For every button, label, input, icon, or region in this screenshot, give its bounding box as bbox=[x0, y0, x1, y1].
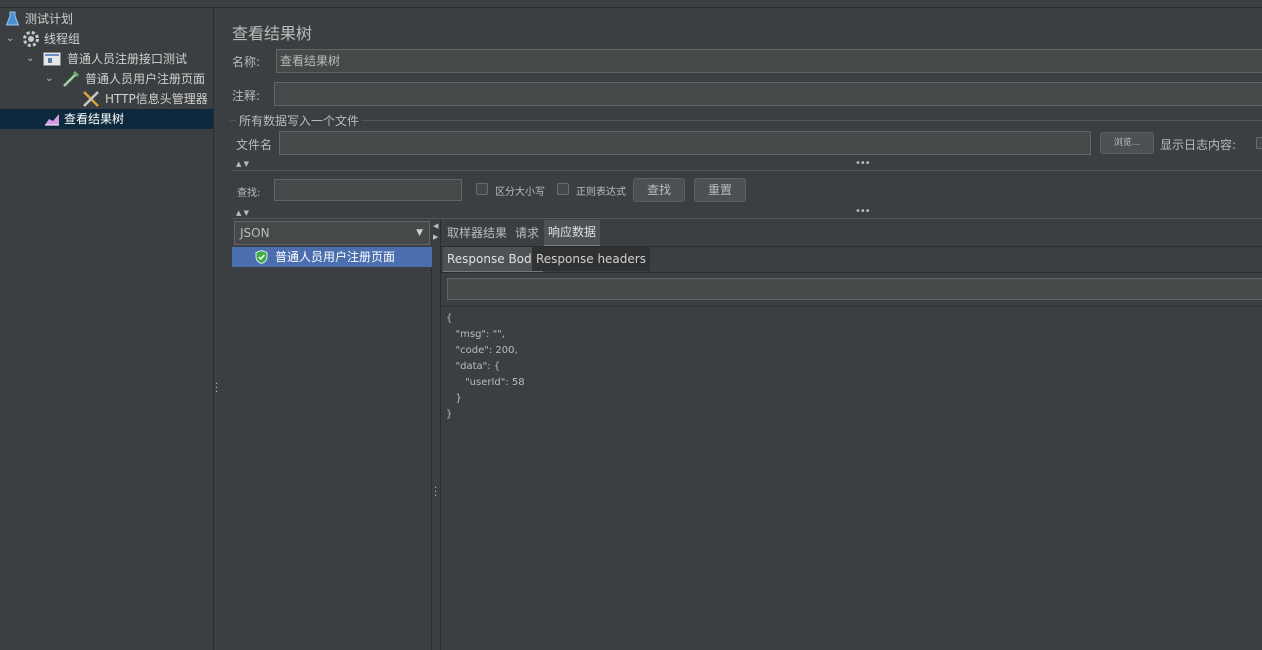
divider bbox=[441, 306, 1262, 307]
tab-sampler-result[interactable]: 取样器结果 bbox=[447, 221, 507, 245]
search-label: 查找: bbox=[237, 188, 261, 199]
pipette-icon bbox=[63, 70, 80, 87]
splitter-dots[interactable]: ••• bbox=[855, 158, 871, 169]
tree-item-http-sampler[interactable]: ⌄ 普通人员用户注册页面 bbox=[0, 69, 213, 89]
chart-icon bbox=[45, 114, 59, 126]
list-item-label: 普通人员用户注册页面 bbox=[275, 250, 396, 264]
divider bbox=[232, 218, 1262, 219]
tools-icon bbox=[83, 91, 99, 107]
show-log-checkbox[interactable] bbox=[1256, 137, 1262, 149]
find-button[interactable]: 查找 bbox=[633, 178, 685, 202]
name-label: 名称: bbox=[232, 55, 261, 69]
tree-item-transaction-controller[interactable]: ⌄ 普通人员注册接口测试 bbox=[0, 49, 213, 69]
response-body-text[interactable]: { "msg": "", "code": 200, "data": { "use… bbox=[446, 311, 525, 423]
collapse-arrows[interactable]: ▲ ▼ bbox=[236, 160, 249, 168]
tree-item-test-plan[interactable]: 测试计划 bbox=[0, 9, 213, 29]
tree-item-label: HTTP信息头管理器 bbox=[105, 92, 208, 106]
controller-icon bbox=[43, 52, 61, 66]
renderer-select[interactable]: JSON ▼ bbox=[234, 221, 430, 245]
drag-handle-icon: · · · bbox=[434, 483, 438, 502]
results-list bbox=[232, 247, 432, 650]
browse-button[interactable]: 浏览... bbox=[1100, 132, 1154, 154]
page-title: 查看结果树 bbox=[232, 24, 313, 43]
chevron-down-icon[interactable]: ⌄ bbox=[45, 69, 53, 89]
tab-response-body[interactable]: Response Body bbox=[443, 247, 543, 273]
regex-label: 正则表达式 bbox=[576, 187, 626, 198]
case-sensitive-checkbox[interactable] bbox=[476, 183, 488, 195]
filename-field[interactable] bbox=[279, 131, 1091, 155]
tree-item-label: 线程组 bbox=[44, 32, 81, 46]
splitter-dots[interactable]: ••• bbox=[855, 206, 871, 217]
chevron-down-icon[interactable]: ⌄ bbox=[26, 49, 34, 69]
tree-item-label: 普通人员用户注册页面 bbox=[85, 72, 206, 86]
flask-icon bbox=[6, 11, 19, 26]
tab-response-headers[interactable]: Response headers bbox=[532, 247, 650, 271]
response-body-panel bbox=[441, 272, 1262, 650]
show-log-label: 显示日志内容: bbox=[1160, 138, 1237, 152]
renderer-selected-value: JSON bbox=[240, 226, 270, 240]
comment-field[interactable] bbox=[274, 82, 1262, 106]
tab-request[interactable]: 请求 bbox=[515, 221, 539, 245]
arrow-left-icon: ◀ bbox=[433, 222, 439, 230]
filename-label: 文件名 bbox=[236, 138, 273, 152]
arrow-right-icon: ▶ bbox=[433, 233, 439, 241]
tab-response-data[interactable]: 响应数据 bbox=[544, 220, 601, 247]
tree-item-view-results-tree[interactable]: 查看结果树 bbox=[0, 109, 213, 129]
name-field[interactable]: 查看结果树 bbox=[276, 49, 1262, 73]
results-splitter[interactable]: ◀ ▶ · · · bbox=[432, 219, 441, 650]
regex-checkbox[interactable] bbox=[557, 183, 569, 195]
gear-icon bbox=[23, 31, 39, 47]
file-group-label: 所有数据写入一个文件 bbox=[236, 112, 363, 129]
toolbar-strip bbox=[0, 0, 1262, 8]
chevron-down-icon[interactable]: ⌄ bbox=[6, 29, 14, 49]
reset-button[interactable]: 重置 bbox=[694, 178, 746, 202]
search-input[interactable] bbox=[274, 179, 462, 201]
drag-handle-icon: · · · bbox=[215, 379, 219, 398]
comment-label: 注释: bbox=[232, 89, 261, 103]
tree-item-header-manager[interactable]: HTTP信息头管理器 bbox=[0, 89, 213, 109]
success-shield-icon bbox=[255, 250, 268, 264]
case-sensitive-label: 区分大小写 bbox=[495, 187, 545, 198]
response-search-input[interactable] bbox=[447, 278, 1262, 300]
tree-item-label: 普通人员注册接口测试 bbox=[67, 52, 188, 66]
tree-item-label: 查看结果树 bbox=[64, 112, 125, 126]
divider bbox=[232, 170, 1262, 171]
list-item[interactable]: 普通人员用户注册页面 bbox=[232, 247, 432, 267]
tree-item-thread-group[interactable]: ⌄ 线程组 bbox=[0, 29, 213, 49]
test-plan-tree: 测试计划 ⌄ 线程组 ⌄ 普通人员注册接口测试 ⌄ 普通人员用户注册页面 HTT… bbox=[0, 8, 213, 650]
chevron-down-icon: ▼ bbox=[416, 228, 423, 238]
collapse-arrows[interactable]: ▲ ▼ bbox=[236, 209, 249, 217]
tree-splitter[interactable]: · · · bbox=[213, 8, 221, 650]
tree-item-label: 测试计划 bbox=[25, 12, 74, 26]
